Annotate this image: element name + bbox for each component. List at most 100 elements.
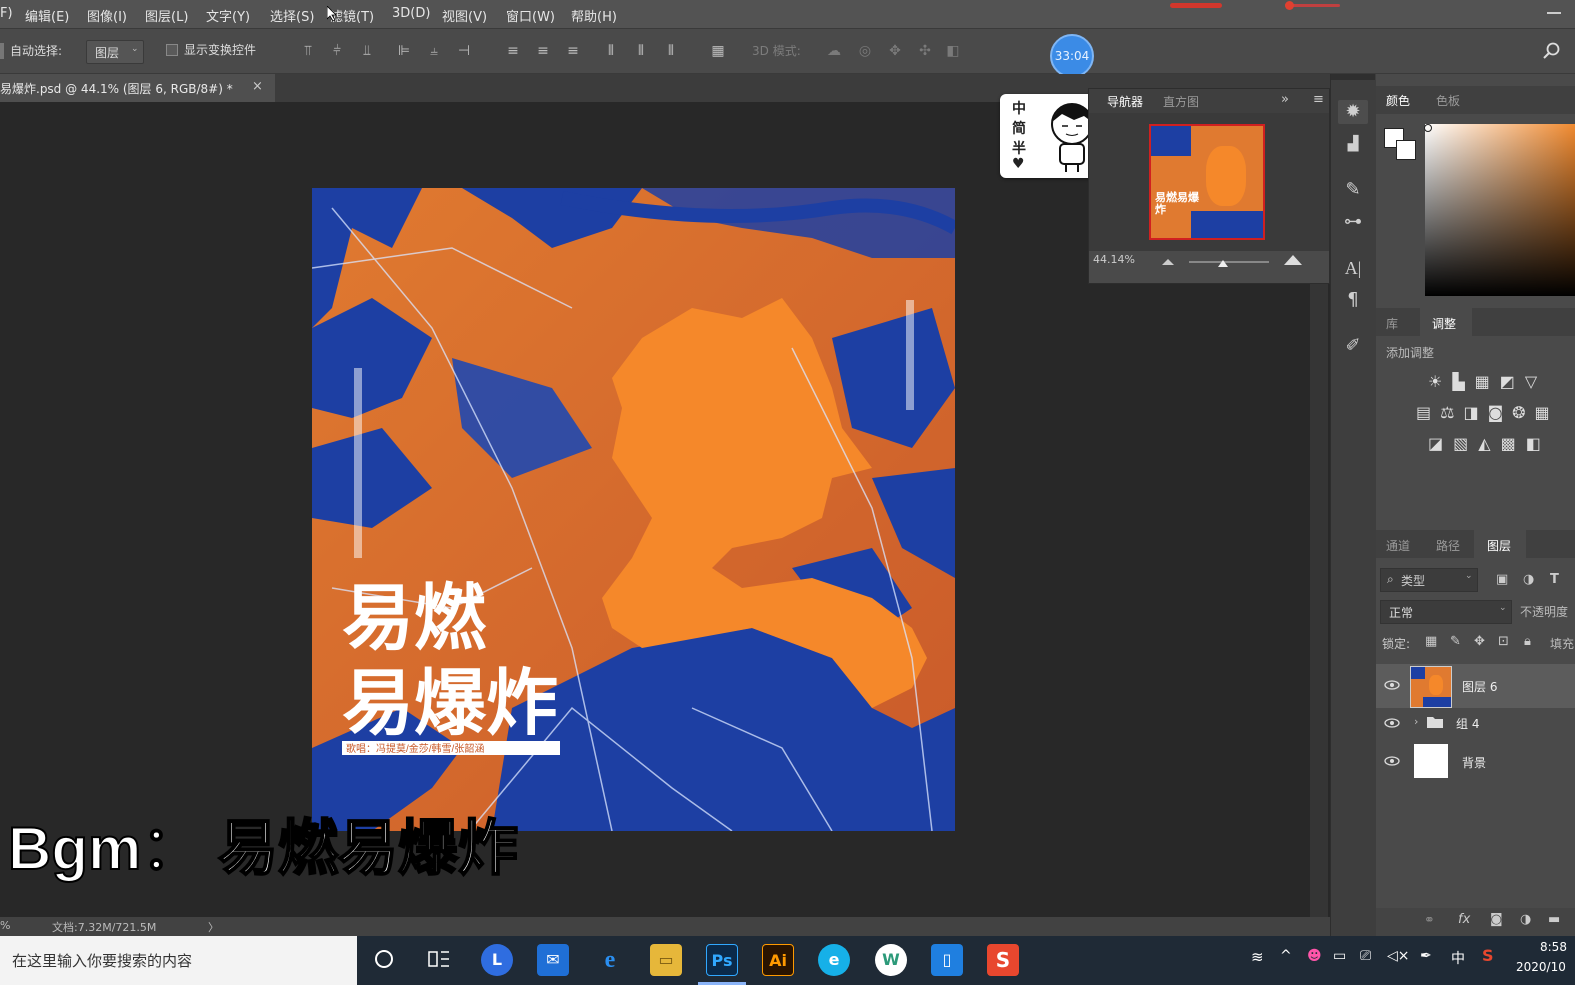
battery-icon[interactable]: ▭: [1333, 948, 1346, 964]
tab-channels[interactable]: 通道: [1386, 537, 1410, 554]
menu-type[interactable]: 文字(Y): [206, 6, 250, 25]
align-bottom-icon[interactable]: ⫫: [359, 43, 375, 59]
layer-row[interactable]: 背景: [1376, 742, 1575, 782]
tray-app-icon[interactable]: ☻: [1307, 948, 1322, 964]
search-icon[interactable]: [1543, 42, 1561, 60]
document-tab[interactable]: 易爆炸.psd @ 44.1% (图层 6, RGB/8#) * ×: [0, 74, 275, 102]
fx-icon[interactable]: fx: [1458, 912, 1470, 927]
ime-indicator[interactable]: 中: [1451, 948, 1465, 968]
clock-date[interactable]: 2020/10: [1516, 960, 1566, 974]
filter-pixel-icon[interactable]: ▣: [1496, 572, 1508, 587]
threshold-icon[interactable]: ◭: [1478, 434, 1500, 453]
zoom-out-icon[interactable]: [1161, 257, 1175, 267]
color-picker-field[interactable]: [1425, 124, 1575, 296]
histogram-icon[interactable]: ▟: [1338, 132, 1368, 156]
vibrance-icon[interactable]: ▽: [1525, 372, 1547, 391]
clock-app-icon[interactable]: L: [481, 944, 513, 976]
layer-filter-dropdown[interactable]: ⌕ 类型 ⌄: [1380, 568, 1478, 592]
distribute-top-icon[interactable]: ≡: [505, 43, 521, 59]
menu-edit[interactable]: 编辑(E): [25, 6, 69, 25]
chevron-right-icon[interactable]: ›: [1414, 715, 1418, 728]
clock-time[interactable]: 8:58: [1540, 940, 1567, 954]
photoshop-app-icon[interactable]: Ps: [706, 944, 738, 976]
zoom-slider-thumb[interactable]: [1217, 257, 1229, 269]
invert-icon[interactable]: ◪: [1428, 434, 1453, 453]
paragraph-icon[interactable]: ¶: [1338, 288, 1368, 312]
wifi-icon[interactable]: ≋: [1251, 948, 1264, 966]
tab-layers[interactable]: 图层: [1487, 537, 1511, 554]
zoom-in-icon[interactable]: [1283, 253, 1303, 267]
group-folder-icon[interactable]: ▬: [1548, 912, 1560, 927]
navigator-thumbnail[interactable]: 易燃易爆炸: [1149, 124, 1265, 240]
menu-3d[interactable]: 3D(D): [392, 6, 430, 21]
layer-row[interactable]: 图层 6: [1376, 664, 1575, 708]
cortana-icon[interactable]: [373, 948, 395, 970]
menu-image[interactable]: 图像(I): [87, 6, 127, 25]
chevron-up-icon[interactable]: ^: [1280, 948, 1292, 964]
black-white-icon[interactable]: ◨: [1463, 403, 1487, 422]
illustrator-app-icon[interactable]: Ai: [762, 944, 794, 976]
menu-layer[interactable]: 图层(L): [145, 6, 188, 25]
status-menu-arrow[interactable]: 〉: [208, 919, 219, 935]
recording-timer[interactable]: 33:04: [1050, 34, 1094, 78]
photo-filter-icon[interactable]: ◙: [1488, 403, 1513, 422]
color-lookup-icon[interactable]: ▦: [1535, 403, 1559, 422]
drag-3d-icon[interactable]: ✥: [887, 43, 903, 59]
adjust-sliders-icon[interactable]: ⊶: [1338, 210, 1368, 234]
tab-color[interactable]: 颜色: [1386, 92, 1410, 109]
tab-swatches[interactable]: 色板: [1436, 92, 1460, 109]
orbit-3d-icon[interactable]: ☁: [826, 43, 842, 59]
posterize-icon[interactable]: ▧: [1453, 434, 1478, 453]
volume-muted-icon[interactable]: ◁×: [1387, 948, 1410, 964]
expand-icon[interactable]: »: [1281, 92, 1289, 107]
align-top-icon[interactable]: ⫪: [300, 43, 316, 59]
panel-menu-icon[interactable]: ≡: [1313, 92, 1324, 107]
sogou-app-icon[interactable]: S: [987, 944, 1019, 976]
close-icon[interactable]: ×: [252, 79, 263, 94]
filter-adjust-icon[interactable]: ◑: [1523, 572, 1534, 587]
task-view-icon[interactable]: [428, 950, 450, 968]
taskbar-search-box[interactable]: 在这里输入你要搜索的内容: [0, 936, 357, 985]
poster-artwork[interactable]: 易燃 易爆炸 歌唱：冯提莫/金莎/韩雪/张韶涵: [312, 188, 955, 831]
eye-icon[interactable]: [1384, 718, 1400, 728]
exposure-icon[interactable]: ◩: [1500, 372, 1525, 391]
align-hcenter-icon[interactable]: ⫨: [426, 43, 442, 59]
align-vcenter-icon[interactable]: ⫩: [329, 43, 345, 59]
adjustment-layer-icon[interactable]: ◑: [1520, 912, 1531, 927]
minimize-icon[interactable]: [1547, 12, 1561, 14]
brightness-icon[interactable]: ☀: [1428, 372, 1452, 391]
lock-transparent-icon[interactable]: ▦: [1425, 634, 1437, 649]
auto-select-dropdown[interactable]: 图层 ⌄: [86, 40, 144, 64]
menu-view[interactable]: 视图(V): [442, 6, 487, 25]
roll-3d-icon[interactable]: ◎: [857, 43, 873, 59]
zoom-percent[interactable]: 44.14%: [1093, 253, 1135, 266]
gradient-map-icon[interactable]: ▩: [1501, 434, 1526, 453]
phone-app-icon[interactable]: ▯: [931, 944, 963, 976]
properties-icon[interactable]: ✹: [1338, 100, 1368, 124]
mask-icon[interactable]: ◙: [1490, 912, 1503, 927]
lock-all-icon[interactable]: 🔒︎: [1524, 634, 1531, 649]
distribute-bottom-icon[interactable]: ≡: [565, 43, 581, 59]
align-right-icon[interactable]: ⊣: [456, 43, 472, 59]
file-explorer-icon[interactable]: ▭: [650, 944, 682, 976]
progress-knob[interactable]: [1285, 1, 1294, 10]
distribute-left-icon[interactable]: ⦀: [603, 43, 619, 59]
distribute-right-icon[interactable]: ⦀: [663, 43, 679, 59]
edge-browser-icon[interactable]: e: [594, 944, 626, 976]
channel-mixer-icon[interactable]: ❂: [1512, 403, 1534, 422]
menu-file[interactable]: F): [0, 6, 13, 21]
lock-artboard-icon[interactable]: ⊡: [1498, 634, 1509, 649]
wps-app-icon[interactable]: W: [875, 944, 907, 976]
align-left-icon[interactable]: ⊫: [396, 43, 412, 59]
menu-help[interactable]: 帮助(H): [571, 6, 617, 25]
link-icon[interactable]: ⚭: [1424, 913, 1435, 928]
tab-adjust[interactable]: 调整: [1432, 315, 1456, 332]
filter-type-icon[interactable]: T: [1550, 572, 1559, 587]
background-color-swatch[interactable]: [1396, 140, 1416, 160]
curves-icon[interactable]: ▦: [1475, 372, 1500, 391]
tab-paths[interactable]: 路径: [1436, 537, 1460, 554]
levels-icon[interactable]: ▙: [1452, 372, 1474, 391]
menu-select[interactable]: 选择(S): [270, 6, 314, 25]
color-picker-marker[interactable]: [1424, 124, 1432, 132]
auto-align-icon[interactable]: ▦: [710, 43, 726, 59]
